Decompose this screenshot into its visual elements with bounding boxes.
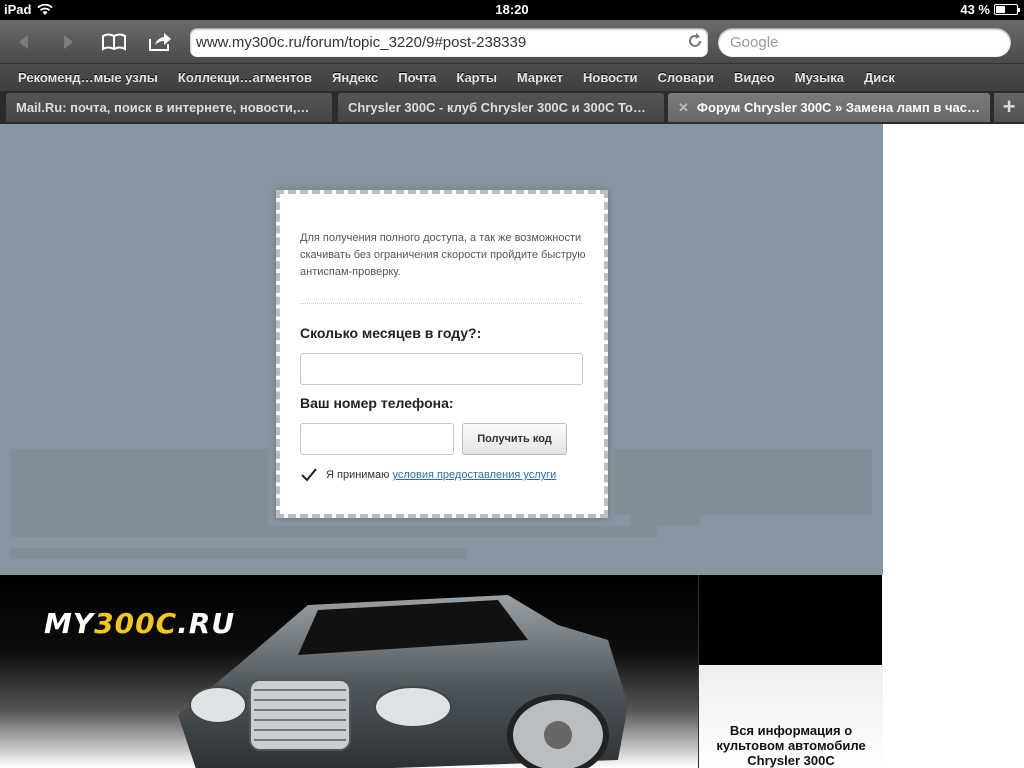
tab-chrysler-club[interactable]: Chrysler 300C - клуб Chrysler 300C и 300… bbox=[338, 93, 664, 122]
phone-label: Ваш номер телефона: bbox=[300, 395, 454, 411]
get-code-button[interactable]: Получить код bbox=[462, 423, 567, 455]
close-tab-icon[interactable]: ✕ bbox=[678, 100, 689, 115]
forward-icon[interactable] bbox=[54, 28, 82, 56]
bookmark-item[interactable]: Новости bbox=[583, 70, 638, 85]
bookmark-item[interactable]: Рекоменд…мые узлы bbox=[18, 70, 158, 85]
back-icon[interactable] bbox=[10, 28, 38, 56]
tab-label: Mail.Ru: почта, поиск в интернете, новос… bbox=[16, 100, 310, 115]
search-placeholder: Google bbox=[730, 34, 779, 51]
share-icon[interactable] bbox=[146, 28, 174, 56]
bookmarks-bar: Рекоменд…мые узлы Коллекци…агментов Яндекс… bbox=[0, 64, 1024, 91]
bookmarks-icon[interactable] bbox=[100, 28, 128, 56]
bookmark-item[interactable]: Коллекци…агментов bbox=[178, 70, 312, 85]
side-banner-text: Вся информация о культовом автомобиле Ch… bbox=[716, 723, 866, 768]
modal-overlay[interactable]: Для получения полного доступа, а так же … bbox=[0, 124, 883, 575]
status-bar: iPad 18:20 43 % bbox=[0, 0, 1024, 20]
answer-input[interactable] bbox=[300, 353, 583, 385]
bookmark-item[interactable]: Словари bbox=[658, 70, 714, 85]
phone-input[interactable] bbox=[300, 423, 454, 455]
address-bar[interactable]: www.my300c.ru/forum/topic_3220/9#post-23… bbox=[190, 28, 708, 57]
site-banner: MY300C.RU bbox=[0, 575, 698, 768]
question-label: Сколько месяцев в году?: bbox=[300, 325, 482, 341]
page-right-margin bbox=[883, 124, 1024, 768]
status-right: 43 % bbox=[960, 2, 1020, 17]
battery-percent: 43 % bbox=[960, 2, 990, 17]
side-banner: Вся информация о культовом автомобиле Ch… bbox=[698, 575, 883, 768]
tab-forum[interactable]: ✕ Форум Chrysler 300C » Замена ламп в час… bbox=[668, 93, 990, 122]
checkmark-icon[interactable] bbox=[300, 467, 318, 483]
bookmark-item[interactable]: Музыка bbox=[795, 70, 844, 85]
tab-mailru[interactable]: Mail.Ru: почта, поиск в интернете, новос… bbox=[6, 93, 332, 122]
tab-bar: Mail.Ru: почта, поиск в интернете, новос… bbox=[0, 91, 1024, 124]
url-text: www.my300c.ru/forum/topic_3220/9#post-23… bbox=[196, 34, 527, 51]
add-tab-button[interactable]: + bbox=[994, 93, 1024, 122]
battery-icon bbox=[994, 4, 1020, 15]
divider bbox=[300, 303, 582, 304]
bookmark-item[interactable]: Почта bbox=[398, 70, 436, 85]
bookmark-item[interactable]: Видео bbox=[734, 70, 775, 85]
bookmark-item[interactable]: Карты bbox=[456, 70, 497, 85]
modal-intro-text: Для получения полного доступа, а так же … bbox=[300, 232, 586, 278]
tab-label: Chrysler 300C - клуб Chrysler 300C и 300… bbox=[348, 100, 646, 115]
reload-icon[interactable] bbox=[687, 33, 703, 53]
terms-prefix: Я принимаю bbox=[326, 469, 390, 481]
web-page: Для получения полного доступа, а так же … bbox=[0, 124, 1024, 768]
bookmark-item[interactable]: Маркет bbox=[517, 70, 563, 85]
search-input[interactable]: Google bbox=[718, 28, 1011, 57]
clock: 18:20 bbox=[495, 2, 529, 17]
browser-toolbar: www.my300c.ru/forum/topic_3220/9#post-23… bbox=[0, 20, 1024, 64]
terms-row: Я принимаю условия предоставления услуги bbox=[300, 467, 556, 483]
tab-label: Форум Chrysler 300C » Замена ламп в час… bbox=[696, 100, 980, 115]
antispam-modal: Для получения полного доступа, а так же … bbox=[276, 190, 608, 518]
bookmark-item[interactable]: Диск bbox=[864, 70, 895, 85]
car-image bbox=[178, 595, 628, 768]
terms-link[interactable]: условия предоставления услуги bbox=[392, 469, 556, 481]
bookmark-item[interactable]: Яндекс bbox=[332, 70, 378, 85]
